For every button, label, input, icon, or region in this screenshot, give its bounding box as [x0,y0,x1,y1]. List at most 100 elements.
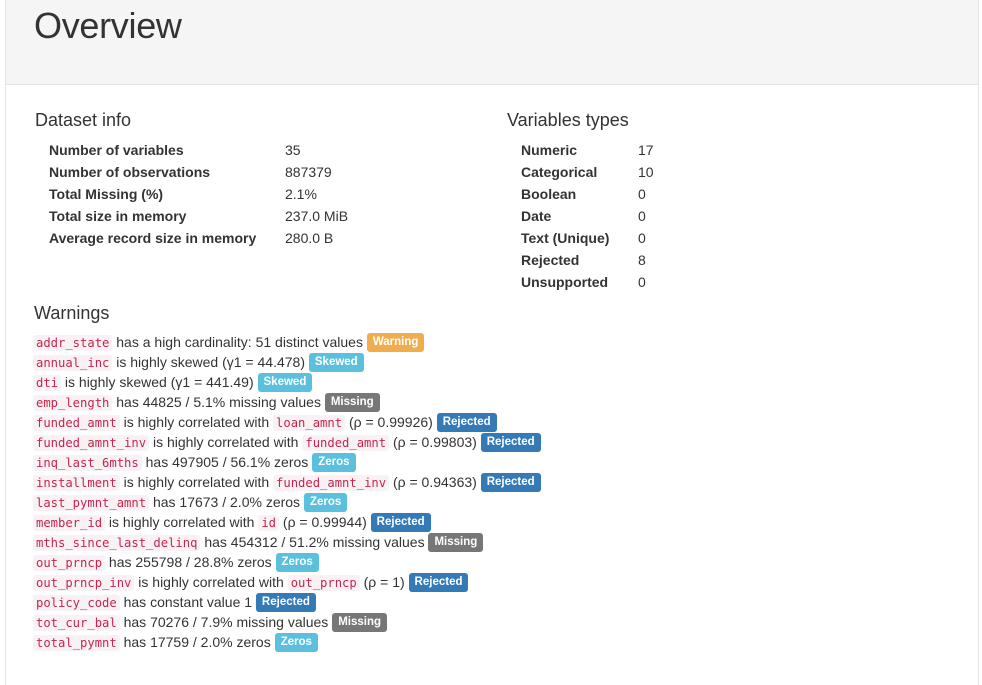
warning-row: out_prncp_inv is highly correlated with … [33,572,963,592]
warning-badge: Warning [366,332,425,352]
warning-row: member_id is highly correlated with id (… [33,512,963,532]
rejected-badge: Rejected [370,512,431,532]
warning-text: is highly correlated with [105,514,259,530]
warning-row: dti is highly skewed (γ1 = 441.49) Skewe… [33,372,963,392]
dataset-info-row: Number of observations 887379 [49,161,348,183]
warning-row: out_prncp has 255798 / 28.8% zeros Zeros [33,552,963,572]
warning-text: has 44825 / 5.1% missing values [112,394,325,410]
variable-type-row: Boolean 0 [521,183,654,205]
variable-type-key: Unsupported [521,274,609,290]
warning-text: is highly correlated with [134,574,288,590]
correlation-text: (ρ = 0.99944) [279,514,371,530]
dataset-info-key: Average record size in memory [49,230,257,246]
warnings-list: addr_state has a high cardinality: 51 di… [33,332,963,652]
page: Overview Dataset info Number of variable… [0,0,982,685]
dataset-info-value: 2.1% [285,186,317,202]
variable-type-key: Text (Unique) [521,230,610,246]
variable-type-value: 17 [638,142,654,158]
variable-type-row: Text (Unique) 0 [521,227,654,249]
zeros-badge: Zeros [275,552,319,572]
correlation-text: (ρ = 0.99926) [345,414,437,430]
rejected-badge: Rejected [480,472,541,492]
warning-row: annual_inc is highly skewed (γ1 = 44.478… [33,352,963,372]
warning-row: mths_since_last_delinq has 454312 / 51.2… [33,532,963,552]
correlated-variable-name: loan_amnt [273,415,346,431]
correlation-text: (ρ = 0.94363) [389,474,481,490]
skewed-badge: Skewed [308,352,364,372]
rejected-badge: Rejected [408,572,469,592]
warning-text: has 17673 / 2.0% zeros [149,494,304,510]
skewed-badge: Skewed [257,372,313,392]
variable-name: emp_length [33,395,113,411]
warning-row: inq_last_6mths has 497905 / 56.1% zeros … [33,452,963,472]
warning-text: has a high cardinality: 51 distinct valu… [112,334,367,350]
dataset-info-row: Number of variables 35 [49,139,348,161]
correlation-text: (ρ = 0.99803) [389,434,481,450]
warning-text: has 454312 / 51.2% missing values [200,534,429,550]
variable-name: annual_inc [33,355,113,371]
zeros-badge: Zeros [274,632,318,652]
variable-type-row: Rejected 8 [521,249,654,271]
warning-text: is highly correlated with [119,414,274,430]
warning-row: tot_cur_bal has 70276 / 7.9% missing val… [33,612,963,632]
warning-row: addr_state has a high cardinality: 51 di… [33,332,963,352]
warning-row: last_pymnt_amnt has 17673 / 2.0% zeros Z… [33,492,963,512]
correlation-text: (ρ = 1) [359,574,409,590]
warning-row: funded_amnt is highly correlated with lo… [33,412,963,432]
correlated-variable-name: funded_amnt_inv [273,475,390,491]
variable-name: member_id [33,515,106,531]
zeros-badge: Zeros [312,452,356,472]
dataset-info-table: Number of variables 35 Number of observati… [49,139,348,249]
warnings-title: Warnings [34,303,110,323]
overview-header: Overview [5,0,979,85]
variable-types-title: Variables types [507,110,629,130]
dataset-info-row: Total size in memory 237.0 MiB [49,205,348,227]
rejected-badge: Rejected [436,412,497,432]
variable-name: installment [33,475,120,491]
variable-type-value: 0 [638,274,646,290]
warning-text: is highly skewed (γ1 = 44.478) [112,354,309,370]
correlated-variable-name: out_prncp [287,575,360,591]
variable-type-value: 0 [638,208,646,224]
dataset-info-value: 35 [285,142,301,158]
warning-row: policy_code has constant value 1 Rejecte… [33,592,963,612]
warning-text: is highly correlated with [119,474,274,490]
warning-text: has 17759 / 2.0% zeros [119,634,275,650]
dataset-info-title: Dataset info [35,110,132,130]
correlated-variable-name: id [258,515,280,531]
warning-row: total_pymnt has 17759 / 2.0% zeros Zeros [33,632,963,652]
missing-badge: Missing [324,392,380,412]
variable-name: addr_state [33,335,113,351]
variable-name: total_pymnt [33,635,120,651]
dataset-info-value: 887379 [285,164,332,180]
zeros-badge: Zeros [303,492,348,512]
variable-type-row: Date 0 [521,205,654,227]
variable-type-row: Unsupported 0 [521,271,654,293]
warning-row: emp_length has 44825 / 5.1% missing valu… [33,392,963,412]
variable-type-value: 8 [638,252,646,268]
rejected-badge: Rejected [480,432,541,452]
missing-badge: Missing [428,532,484,552]
variable-name: mths_since_last_delinq [33,535,201,551]
variable-type-key: Rejected [521,252,580,268]
variable-name: funded_amnt_inv [33,435,150,451]
variable-type-key: Numeric [521,142,578,158]
variable-type-key: Date [521,208,552,224]
variable-types-table: Numeric 17 Categorical 10 Boolean 0 Date 0 Text … [521,139,654,293]
variable-type-value: 10 [638,164,654,180]
variable-type-key: Boolean [521,186,577,202]
variable-name: last_pymnt_amnt [33,495,150,511]
warning-text: is highly correlated with [149,434,303,450]
correlated-variable-name: funded_amnt [302,435,390,451]
dataset-info-key: Number of variables [49,142,184,158]
variable-name: policy_code [33,595,120,611]
warning-text: has 497905 / 56.1% zeros [141,454,313,470]
page-title: Overview [34,5,182,46]
variable-name: out_prncp_inv [33,575,135,591]
warning-text: is highly skewed (γ1 = 441.49) [61,374,258,390]
rejected-badge: Rejected [255,592,316,612]
variable-type-key: Categorical [521,164,598,180]
dataset-info-key: Total size in memory [49,208,187,224]
variable-type-row: Numeric 17 [521,139,654,161]
variable-name: tot_cur_bal [33,615,120,631]
